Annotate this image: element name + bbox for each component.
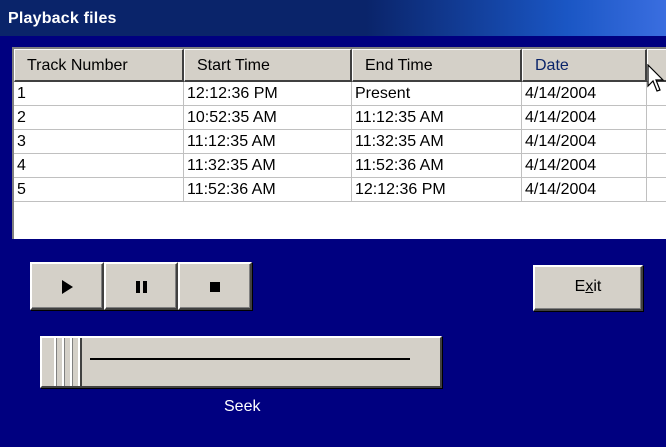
cell-date: 4/14/2004 xyxy=(522,130,647,154)
column-header-start-time[interactable]: Start Time xyxy=(184,49,352,82)
seek-label: Seek xyxy=(224,398,261,415)
column-header-track-number[interactable]: Track Number xyxy=(14,49,184,82)
seek-thumb[interactable] xyxy=(48,338,90,386)
cell-track-number: 3 xyxy=(14,130,184,154)
play-button[interactable] xyxy=(30,262,104,310)
cell-date: 4/14/2004 xyxy=(522,154,647,178)
seek-track xyxy=(90,358,410,360)
exit-button-label: Exit xyxy=(574,278,602,295)
cell-end-time: 12:12:36 PM xyxy=(352,178,522,202)
column-header-end-time[interactable]: End Time xyxy=(352,49,522,82)
table-row[interactable]: 2 10:52:35 AM 11:12:35 AM 4/14/2004 xyxy=(14,106,666,130)
cell-start-time: 12:12:36 PM xyxy=(184,82,352,106)
table-row[interactable]: 1 12:12:36 PM Present 4/14/2004 xyxy=(14,82,666,106)
cell-start-time: 10:52:35 AM xyxy=(184,106,352,130)
exit-button[interactable]: Exit xyxy=(533,265,643,311)
cell-track-number: 5 xyxy=(14,178,184,202)
cell-date: 4/14/2004 xyxy=(522,178,647,202)
cell-track-number: 4 xyxy=(14,154,184,178)
title-bar[interactable]: Playback files xyxy=(0,0,666,36)
cell-end-time: 11:32:35 AM xyxy=(352,130,522,154)
window-title: Playback files xyxy=(8,10,117,27)
cell-start-time: 11:32:35 AM xyxy=(184,154,352,178)
cell-filler xyxy=(647,154,666,178)
cell-end-time: Present xyxy=(352,82,522,106)
table-row[interactable]: 5 11:52:36 AM 12:12:36 PM 4/14/2004 xyxy=(14,178,666,202)
column-header-date[interactable]: Date xyxy=(522,49,647,82)
cell-date: 4/14/2004 xyxy=(522,82,647,106)
cell-track-number: 2 xyxy=(14,106,184,130)
play-icon xyxy=(62,280,73,294)
cell-end-time: 11:12:35 AM xyxy=(352,106,522,130)
stop-button[interactable] xyxy=(178,262,252,310)
playback-files-grid[interactable]: Track Number Start Time End Time Date 11… xyxy=(12,47,666,239)
cell-track-number: 1 xyxy=(14,82,184,106)
cell-filler xyxy=(647,130,666,154)
cell-filler xyxy=(647,178,666,202)
seek-slider[interactable] xyxy=(40,336,442,388)
table-row[interactable]: 3 11:12:35 AM 11:32:35 AM 4/14/2004 xyxy=(14,130,666,154)
cell-filler xyxy=(647,106,666,130)
playback-window: Playback files Track Number Start Time E… xyxy=(0,0,666,447)
mouse-cursor-icon xyxy=(647,64,665,92)
cell-date: 4/14/2004 xyxy=(522,106,647,130)
pause-button[interactable] xyxy=(104,262,178,310)
cell-start-time: 11:52:36 AM xyxy=(184,178,352,202)
stop-icon xyxy=(210,282,220,292)
pause-icon xyxy=(136,281,147,293)
cell-end-time: 11:52:36 AM xyxy=(352,154,522,178)
table-row[interactable]: 4 11:32:35 AM 11:52:36 AM 4/14/2004 xyxy=(14,154,666,178)
cell-start-time: 11:12:35 AM xyxy=(184,130,352,154)
